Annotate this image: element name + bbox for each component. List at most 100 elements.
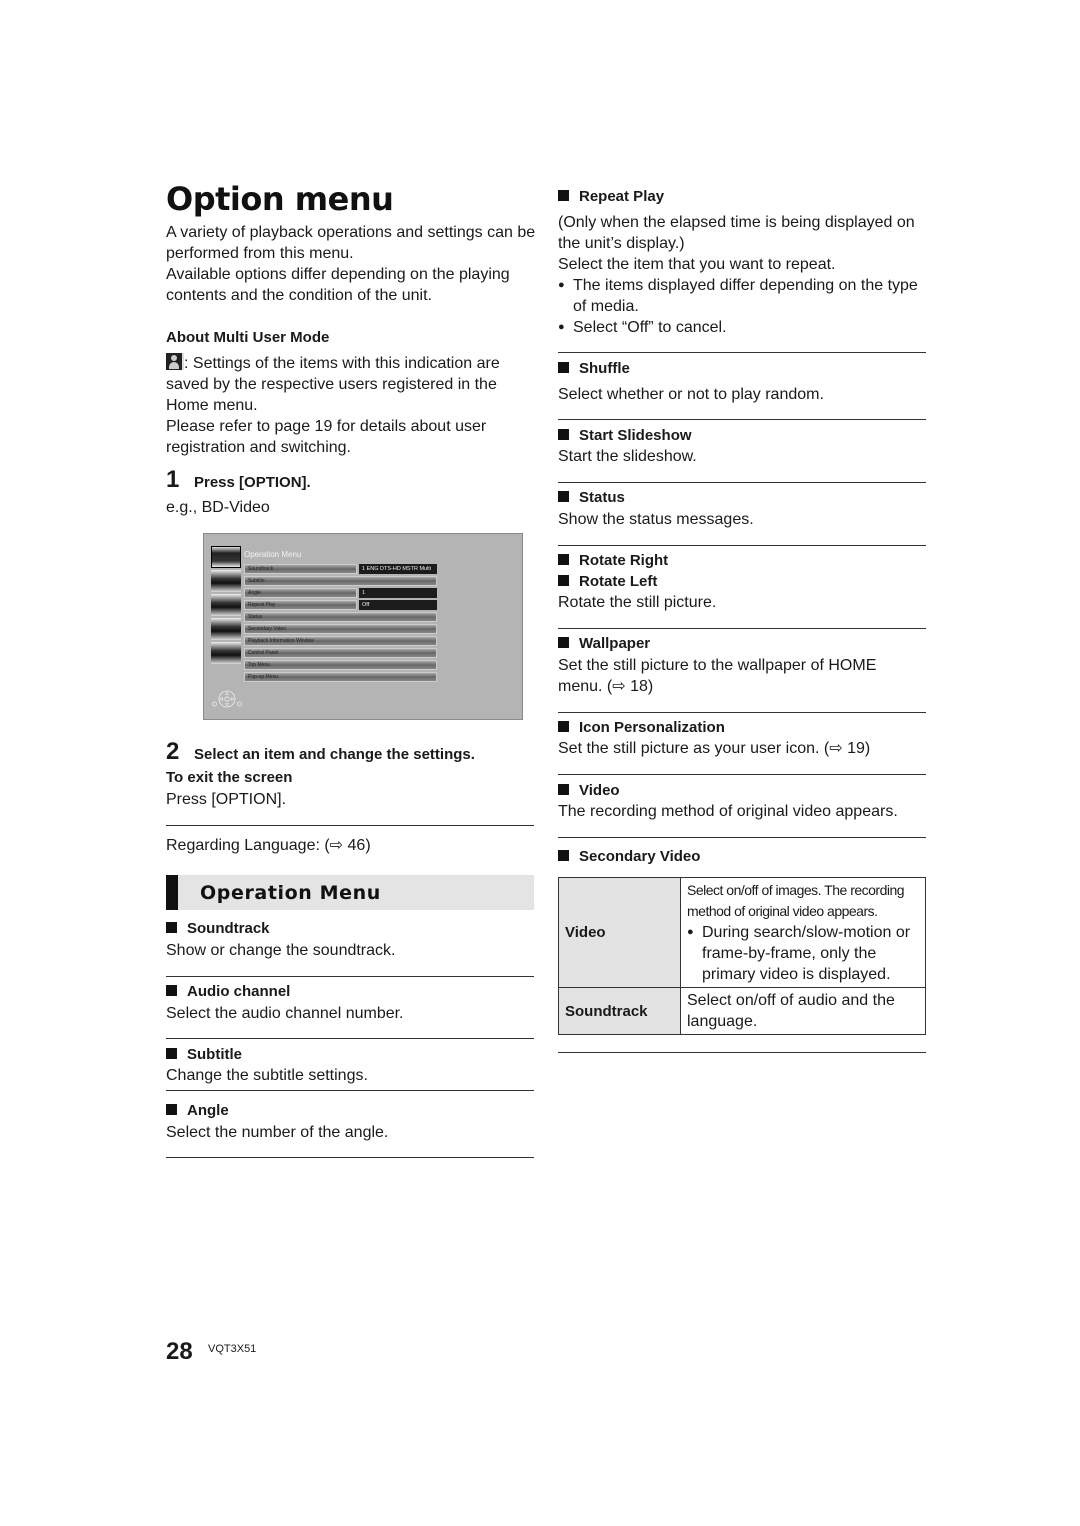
square-bullet-icon [558,491,569,502]
item-heading-shuffle: Shuffle [558,359,630,379]
item-desc: Show the status messages. [558,511,754,528]
item-desc: Select the number of the angle. [166,1124,389,1141]
item-heading-subtitle: Subtitle [166,1045,242,1065]
user-icon [166,353,184,370]
screen-menu-label: Soundtrack [244,564,357,574]
document-code: VQT3X51 [208,1343,257,1355]
item-heading-wallpaper: Wallpaper [558,634,650,654]
repeat-play-note: (Only when the elapsed time is being dis… [558,214,915,252]
item-desc: Select whether or not to play random. [558,386,824,403]
divider [558,774,926,775]
exit-heading: To exit the screen [166,769,293,786]
multi-user-text: : Settings of the items with this indica… [166,355,500,414]
screen-menu-row: Playback Information Window [244,636,437,646]
intro-paragraph-2: Available options differ depending on th… [166,266,510,304]
item-heading-repeat-play: Repeat Play [558,187,664,207]
square-bullet-icon [558,554,569,565]
photo-thumbnail [211,594,241,616]
step-text: Select an item and change the settings. [194,746,475,763]
item-desc: The recording method of original video a… [558,803,898,820]
screen-menu: Soundtrack 1 ENG DTS-HD MSTR Multi Subtit… [244,564,437,684]
screen-menu-label: Playback Information Window [244,636,437,646]
divider [558,712,926,713]
square-bullet-icon [166,922,177,933]
page-number: 28 [166,1338,193,1365]
square-bullet-icon [558,190,569,201]
screen-menu-row: Pop-up Menu [244,672,437,682]
secondary-video-table: Video Select on/off of images. The recor… [558,877,926,1035]
screen-menu-label: Secondary Video [244,624,437,634]
divider [166,1090,534,1091]
item-heading-audio-channel: Audio channel [166,982,290,1002]
multi-user-paragraph-1: : Settings of the items with this indica… [166,353,536,416]
screen-menu-row: Angle 1 [244,588,437,598]
item-desc: Set the still picture as your user icon.… [558,740,871,757]
operation-menu-screenshot: Operation Menu Soundtrack 1 ENG DTS-HD MS… [203,533,523,720]
item-desc: Start the slideshow. [558,448,697,465]
item-heading-status: Status [558,488,625,508]
square-bullet-icon [558,429,569,440]
screen-thumbnails [211,546,241,666]
item-heading-soundtrack: Soundtrack [166,919,270,939]
screen-menu-row: Status [244,612,437,622]
page-title: Option menu [166,180,394,218]
step-number: 2 [166,738,180,765]
table-key: Soundtrack [558,987,681,1035]
divider [166,1157,534,1158]
table-key: Video [558,877,681,988]
screen-menu-label: Status [244,612,437,622]
screen-menu-value: 1 [359,588,437,598]
multi-user-paragraph-2: Please refer to page 19 for details abou… [166,418,487,456]
screen-title: Operation Menu [244,550,302,559]
step-2: 2 Select an item and change the settings. [166,738,475,766]
screen-menu-row: Subtitle [244,576,437,586]
screen-menu-label: Repeat Play [244,600,357,610]
language-reference: Regarding Language: (⇨ 46) [166,837,371,854]
item-heading-rotate-right: Rotate Right [558,551,668,571]
table-value: Select on/off of audio and the language. [680,987,926,1035]
navigation-pad-icon [212,690,242,708]
square-bullet-icon [558,637,569,648]
multi-user-heading: About Multi User Mode [166,329,330,346]
square-bullet-icon [558,721,569,732]
step-number: 1 [166,466,180,493]
divider [166,825,534,826]
table-row: Soundtrack Select on/off of audio and th… [558,987,926,1035]
screen-menu-row: Soundtrack 1 ENG DTS-HD MSTR Multi [244,564,437,574]
square-bullet-icon [558,362,569,373]
item-heading-secondary-video: Secondary Video [558,847,700,867]
section-title: Operation Menu [200,882,381,904]
section-header-bar [166,875,178,910]
table-value-text: Select on/off of images. The recording m… [687,882,905,919]
thumbnail [211,570,241,592]
table-value: Select on/off of images. The recording m… [680,877,926,988]
divider [558,482,926,483]
square-bullet-icon [166,1048,177,1059]
screen-menu-row: Control Panel [244,648,437,658]
divider [166,1038,534,1039]
screen-menu-label: Top Menu [244,660,437,670]
exit-text: Press [OPTION]. [166,791,287,808]
screen-menu-row: Secondary Video [244,624,437,634]
item-heading-icon-personalization: Icon Personalization [558,718,725,738]
divider [558,628,926,629]
step-text: Press [OPTION]. [194,474,311,491]
item-desc: Change the subtitle settings. [166,1067,368,1084]
item-desc: Set the still picture to the wallpaper o… [558,657,877,695]
step-1-example: e.g., BD-Video [166,499,270,516]
item-heading-video: Video [558,781,620,801]
video-thumbnail [211,546,241,568]
square-bullet-icon [166,985,177,996]
intro-paragraph-1: A variety of playback operations and set… [166,224,536,262]
screen-menu-label: Control Panel [244,648,437,658]
divider [166,976,534,977]
item-desc: Show or change the soundtrack. [166,942,396,959]
item-heading-start-slideshow: Start Slideshow [558,426,692,446]
divider [558,545,926,546]
bullet-item: Select “Off” to cancel. [558,317,923,338]
music-thumbnail [211,618,241,640]
bullet-item: During search/slow-motion or frame-by-fr… [687,922,919,985]
item-heading-rotate-left: Rotate Left [558,572,657,592]
folder-thumbnail [211,642,241,664]
repeat-play-desc: Select the item that you want to repeat. [558,256,836,273]
